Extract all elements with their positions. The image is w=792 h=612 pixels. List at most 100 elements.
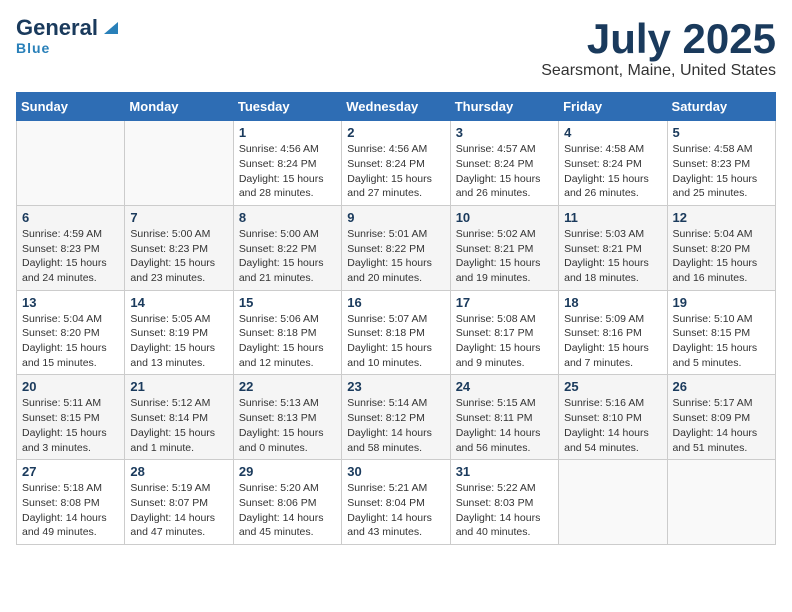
day-info: Sunrise: 5:16 AMSunset: 8:10 PMDaylight:… [564,396,661,455]
calendar-cell: 30 Sunrise: 5:21 AMSunset: 8:04 PMDayligh… [342,460,450,545]
calendar-cell: 3 Sunrise: 4:57 AMSunset: 8:24 PMDaylight… [450,121,558,206]
day-info: Sunrise: 5:12 AMSunset: 8:14 PMDaylight:… [130,396,227,455]
day-number: 21 [130,379,227,394]
day-info: Sunrise: 5:14 AMSunset: 8:12 PMDaylight:… [347,396,444,455]
calendar-cell: 19 Sunrise: 5:10 AMSunset: 8:15 PMDayligh… [667,290,775,375]
calendar-cell: 6 Sunrise: 4:59 AMSunset: 8:23 PMDaylight… [17,205,125,290]
weekday-header-thursday: Thursday [450,93,558,121]
weekday-header-wednesday: Wednesday [342,93,450,121]
calendar-cell: 24 Sunrise: 5:15 AMSunset: 8:11 PMDayligh… [450,375,558,460]
calendar-week-row: 6 Sunrise: 4:59 AMSunset: 8:23 PMDaylight… [17,205,776,290]
day-number: 11 [564,210,661,225]
title-area: July 2025 Searsmont, Maine, United State… [541,16,776,80]
day-number: 6 [22,210,119,225]
calendar-cell [667,460,775,545]
calendar-cell: 17 Sunrise: 5:08 AMSunset: 8:17 PMDayligh… [450,290,558,375]
day-info: Sunrise: 5:03 AMSunset: 8:21 PMDaylight:… [564,227,661,286]
day-number: 3 [456,125,553,140]
calendar-table: SundayMondayTuesdayWednesdayThursdayFrid… [16,92,776,545]
day-number: 31 [456,464,553,479]
day-number: 10 [456,210,553,225]
weekday-header-row: SundayMondayTuesdayWednesdayThursdayFrid… [17,93,776,121]
day-number: 4 [564,125,661,140]
calendar-subtitle: Searsmont, Maine, United States [541,62,776,80]
calendar-cell: 2 Sunrise: 4:56 AMSunset: 8:24 PMDaylight… [342,121,450,206]
day-info: Sunrise: 5:05 AMSunset: 8:19 PMDaylight:… [130,312,227,371]
day-info: Sunrise: 4:57 AMSunset: 8:24 PMDaylight:… [456,142,553,201]
day-number: 25 [564,379,661,394]
day-info: Sunrise: 5:07 AMSunset: 8:18 PMDaylight:… [347,312,444,371]
day-number: 9 [347,210,444,225]
calendar-cell [559,460,667,545]
day-number: 15 [239,295,336,310]
day-info: Sunrise: 5:09 AMSunset: 8:16 PMDaylight:… [564,312,661,371]
day-info: Sunrise: 5:22 AMSunset: 8:03 PMDaylight:… [456,481,553,540]
day-number: 2 [347,125,444,140]
calendar-cell: 10 Sunrise: 5:02 AMSunset: 8:21 PMDayligh… [450,205,558,290]
calendar-cell: 14Sunrise: 5:05 AMSunset: 8:19 PMDayligh… [125,290,233,375]
day-info: Sunrise: 4:58 AMSunset: 8:23 PMDaylight:… [673,142,770,201]
calendar-cell: 16Sunrise: 5:07 AMSunset: 8:18 PMDayligh… [342,290,450,375]
day-info: Sunrise: 5:01 AMSunset: 8:22 PMDaylight:… [347,227,444,286]
calendar-cell: 28 Sunrise: 5:19 AMSunset: 8:07 PMDayligh… [125,460,233,545]
day-number: 12 [673,210,770,225]
day-number: 23 [347,379,444,394]
calendar-cell: 18Sunrise: 5:09 AMSunset: 8:16 PMDayligh… [559,290,667,375]
calendar-cell: 13Sunrise: 5:04 AMSunset: 8:20 PMDayligh… [17,290,125,375]
calendar-cell: 20 Sunrise: 5:11 AMSunset: 8:15 PMDayligh… [17,375,125,460]
day-number: 17 [456,295,553,310]
day-info: Sunrise: 4:56 AMSunset: 8:24 PMDaylight:… [239,142,336,201]
calendar-cell: 7Sunrise: 5:00 AMSunset: 8:23 PMDaylight… [125,205,233,290]
weekday-header-saturday: Saturday [667,93,775,121]
day-info: Sunrise: 5:04 AMSunset: 8:20 PMDaylight:… [673,227,770,286]
logo-text-blue: Blue [16,40,50,56]
day-number: 29 [239,464,336,479]
day-number: 13 [22,295,119,310]
calendar-cell: 1 Sunrise: 4:56 AMSunset: 8:24 PMDaylight… [233,121,341,206]
day-number: 24 [456,379,553,394]
calendar-cell: 11 Sunrise: 5:03 AMSunset: 8:21 PMDayligh… [559,205,667,290]
logo: General Blue [16,16,118,56]
day-info: Sunrise: 5:08 AMSunset: 8:17 PMDaylight:… [456,312,553,371]
page-header: General Blue July 2025 Searsmont, Maine,… [16,16,776,80]
day-number: 5 [673,125,770,140]
day-info: Sunrise: 5:15 AMSunset: 8:11 PMDaylight:… [456,396,553,455]
calendar-cell: 8Sunrise: 5:00 AMSunset: 8:22 PMDaylight… [233,205,341,290]
calendar-cell: 26 Sunrise: 5:17 AMSunset: 8:09 PMDayligh… [667,375,775,460]
calendar-cell: 9 Sunrise: 5:01 AMSunset: 8:22 PMDaylight… [342,205,450,290]
calendar-cell: 4 Sunrise: 4:58 AMSunset: 8:24 PMDaylight… [559,121,667,206]
day-number: 1 [239,125,336,140]
calendar-cell [17,121,125,206]
day-info: Sunrise: 4:56 AMSunset: 8:24 PMDaylight:… [347,142,444,201]
weekday-header-sunday: Sunday [17,93,125,121]
day-info: Sunrise: 5:17 AMSunset: 8:09 PMDaylight:… [673,396,770,455]
day-number: 27 [22,464,119,479]
day-number: 28 [130,464,227,479]
day-number: 19 [673,295,770,310]
day-info: Sunrise: 4:59 AMSunset: 8:23 PMDaylight:… [22,227,119,286]
day-info: Sunrise: 4:58 AMSunset: 8:24 PMDaylight:… [564,142,661,201]
day-number: 22 [239,379,336,394]
day-info: Sunrise: 5:21 AMSunset: 8:04 PMDaylight:… [347,481,444,540]
day-info: Sunrise: 5:00 AMSunset: 8:22 PMDaylight:… [239,227,336,286]
calendar-week-row: 27 Sunrise: 5:18 AMSunset: 8:08 PMDayligh… [17,460,776,545]
day-info: Sunrise: 5:10 AMSunset: 8:15 PMDaylight:… [673,312,770,371]
day-info: Sunrise: 5:00 AMSunset: 8:23 PMDaylight:… [130,227,227,286]
logo-triangle-icon [100,18,118,36]
day-info: Sunrise: 5:19 AMSunset: 8:07 PMDaylight:… [130,481,227,540]
calendar-cell: 5 Sunrise: 4:58 AMSunset: 8:23 PMDaylight… [667,121,775,206]
day-info: Sunrise: 5:11 AMSunset: 8:15 PMDaylight:… [22,396,119,455]
day-number: 20 [22,379,119,394]
calendar-week-row: 1 Sunrise: 4:56 AMSunset: 8:24 PMDaylight… [17,121,776,206]
weekday-header-friday: Friday [559,93,667,121]
day-info: Sunrise: 5:18 AMSunset: 8:08 PMDaylight:… [22,481,119,540]
calendar-cell: 12 Sunrise: 5:04 AMSunset: 8:20 PMDayligh… [667,205,775,290]
day-info: Sunrise: 5:06 AMSunset: 8:18 PMDaylight:… [239,312,336,371]
day-number: 30 [347,464,444,479]
day-number: 26 [673,379,770,394]
day-info: Sunrise: 5:20 AMSunset: 8:06 PMDaylight:… [239,481,336,540]
calendar-cell: 22Sunrise: 5:13 AMSunset: 8:13 PMDayligh… [233,375,341,460]
day-info: Sunrise: 5:02 AMSunset: 8:21 PMDaylight:… [456,227,553,286]
calendar-title: July 2025 [541,16,776,62]
calendar-week-row: 13Sunrise: 5:04 AMSunset: 8:20 PMDayligh… [17,290,776,375]
